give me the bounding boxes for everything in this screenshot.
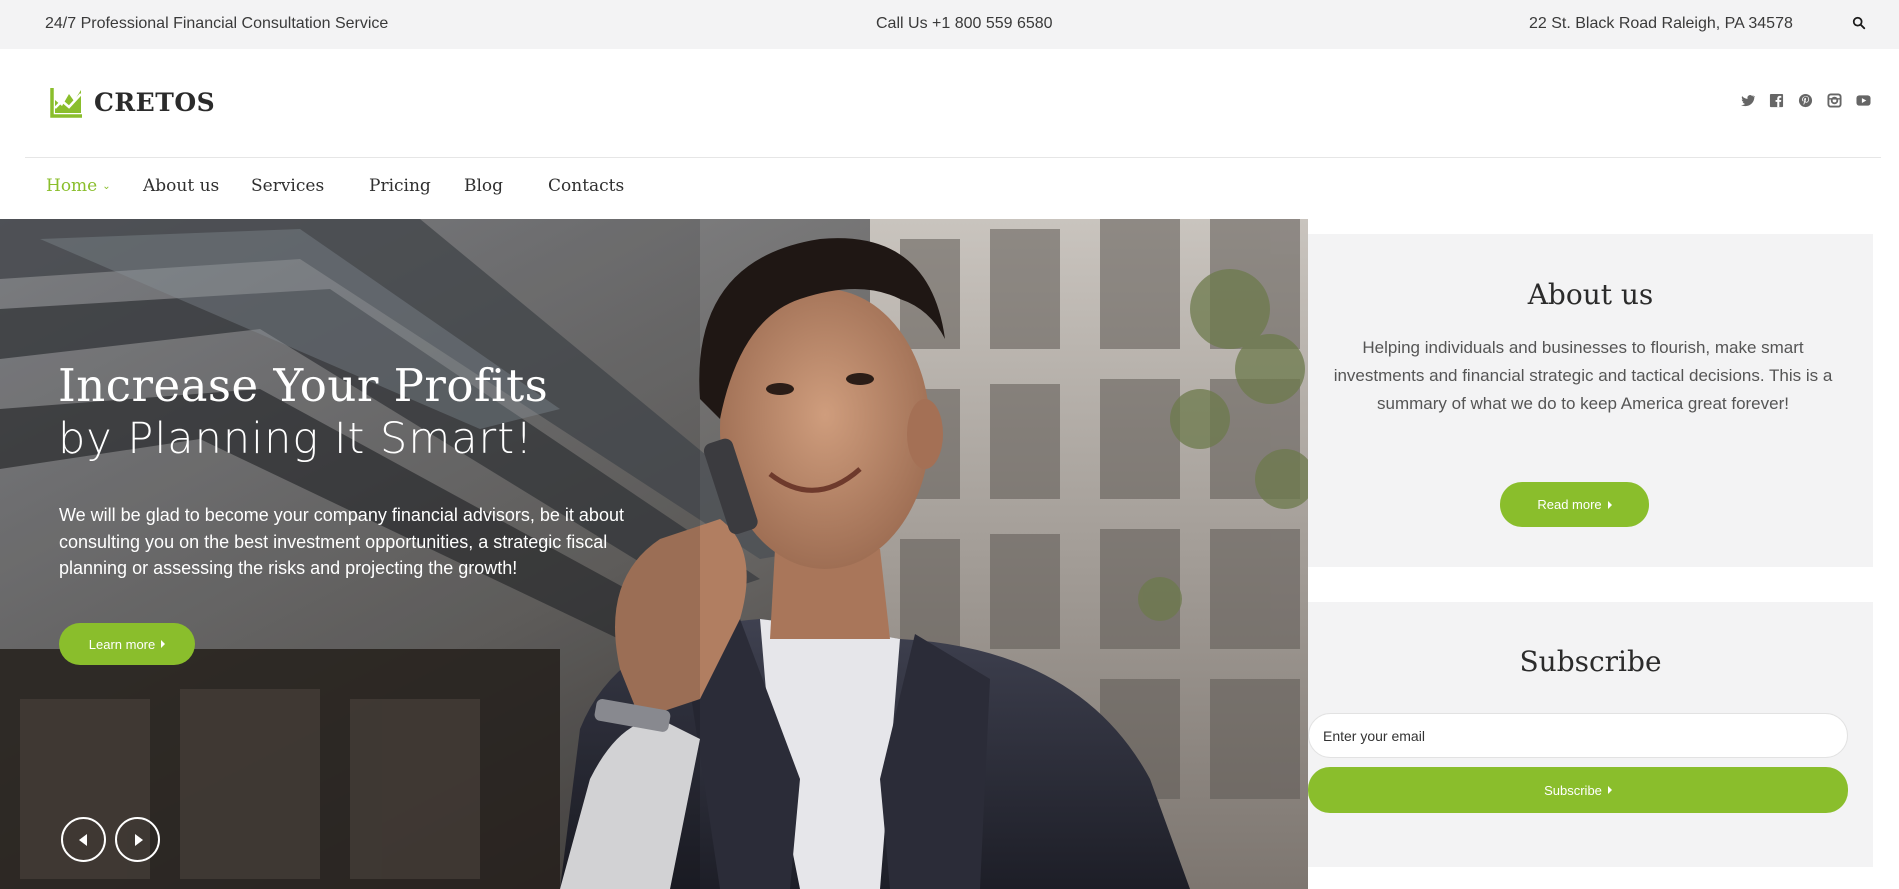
nav-item-pricing[interactable]: Pricing xyxy=(369,176,431,196)
read-more-label: Read more xyxy=(1537,497,1602,512)
subscribe-title: Subscribe xyxy=(1519,645,1662,678)
chevron-down-icon: ⌄ xyxy=(102,181,111,192)
nav-item-about-us[interactable]: About us xyxy=(143,176,219,196)
facebook-icon[interactable] xyxy=(1767,91,1785,109)
main-nav: Home ⌄ About us Services Pricing Blog Con… xyxy=(0,176,1100,200)
header-divider xyxy=(25,157,1881,158)
chart-logo-icon xyxy=(50,88,82,118)
slider-prev-button[interactable] xyxy=(61,817,106,862)
nav-item-home[interactable]: Home ⌄ xyxy=(46,176,111,196)
brand-name: CRETOS xyxy=(94,87,216,117)
sidebar-spacer xyxy=(1308,867,1873,889)
youtube-icon[interactable] xyxy=(1854,91,1872,109)
top-info-bar: 24/7 Professional Financial Consultation… xyxy=(0,0,1899,49)
email-field[interactable] xyxy=(1308,713,1848,758)
search-icon[interactable] xyxy=(1852,16,1868,32)
nav-item-label: Home xyxy=(46,176,98,196)
learn-more-button[interactable]: Learn more xyxy=(59,623,195,665)
nav-item-label: Blog xyxy=(464,176,504,196)
hero-title-line1: Increase Your Profits xyxy=(58,359,549,412)
social-links xyxy=(1738,91,1872,109)
nav-item-label: Pricing xyxy=(369,176,431,196)
caret-right-icon xyxy=(161,640,166,648)
arrow-right-icon xyxy=(134,833,143,846)
slider-next-button[interactable] xyxy=(115,817,160,862)
nav-item-label: About us xyxy=(143,176,220,196)
twitter-icon[interactable] xyxy=(1738,91,1756,109)
nav-item-contacts[interactable]: Contacts xyxy=(548,176,624,196)
nav-item-services[interactable]: Services xyxy=(251,176,324,196)
pinterest-icon[interactable] xyxy=(1796,91,1814,109)
hero-description: We will be glad to become your company f… xyxy=(59,505,624,578)
about-title: About us xyxy=(1527,278,1654,311)
instagram-icon[interactable] xyxy=(1825,91,1843,109)
hero-title-line2: by Planning It Smart! xyxy=(58,414,534,464)
subscribe-panel: Subscribe Subscribe xyxy=(1308,602,1873,867)
nav-item-blog[interactable]: Blog xyxy=(464,176,503,196)
nav-item-label: Services xyxy=(251,176,325,196)
caret-right-icon xyxy=(1607,786,1612,794)
nav-item-label: Contacts xyxy=(548,176,625,196)
top-phone[interactable]: Call Us +1 800 559 6580 xyxy=(876,15,1053,33)
about-panel: About us Helping individuals and busines… xyxy=(1308,234,1873,567)
arrow-left-icon xyxy=(78,833,87,846)
subscribe-label: Subscribe xyxy=(1544,782,1602,798)
about-text: Helping individuals and businesses to fl… xyxy=(1333,338,1833,413)
caret-right-icon xyxy=(1607,500,1612,509)
learn-more-label: Learn more xyxy=(88,636,156,652)
subscribe-button[interactable]: Subscribe xyxy=(1308,767,1848,813)
logo[interactable]: CRETOS xyxy=(50,86,215,118)
top-address: 22 St. Black Road Raleigh, PA 34578 xyxy=(1529,15,1793,32)
read-more-button[interactable]: Read more xyxy=(1500,482,1649,527)
top-tagline: 24/7 Professional Financial Consultation… xyxy=(45,15,389,32)
hero-slider: Increase Your Profits by Planning It Sma… xyxy=(0,219,1308,889)
